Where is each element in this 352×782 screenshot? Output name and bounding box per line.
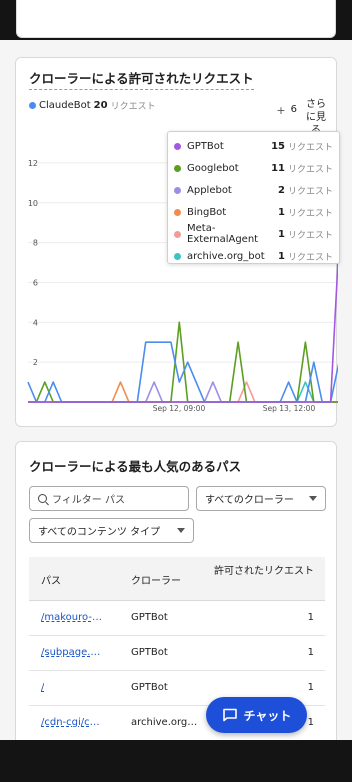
bottom-bar [0,740,352,782]
tooltip-series-name: BingBot [187,206,227,218]
tooltip-row: Applebot 2 リクエスト [174,179,333,201]
series-line-meta-externalagent [28,381,338,403]
table-row: /makouro-c... GPTBot 1 [29,601,325,636]
crawler-select[interactable]: すべてのクローラー [196,486,326,511]
x-tick-label: Sep 12, 09:00 [153,404,206,413]
y-tick-label: 12 [28,159,38,168]
column-header-path[interactable]: パス [41,572,61,587]
tooltip-series-unit: リクエスト [287,186,333,197]
x-tick-label: Sep 13, 12:00 [263,404,316,413]
crawler-select-value: すべてのクローラー [205,495,294,506]
table-row: /subpage.css GPTBot 1 [29,636,325,671]
tooltip-series-dot [174,252,181,260]
tooltip-series-name: Googlebot [187,162,239,174]
path-link[interactable]: /makouro-c... [41,612,105,623]
tooltip-series-unit: リクエスト [287,230,333,241]
table-header: パス クローラー 許可されたリクエスト [29,557,325,601]
row-crawler: archive.org_... [131,717,199,728]
content-type-select-value: すべてのコンテンツ タイプ [38,527,161,538]
chart-tooltip: GPTBot 15 リクエスト Googlebot 11 リクエスト Applebot 2 リク… [167,131,340,264]
tooltip-series-unit: リクエスト [287,164,333,175]
y-tick-label: 4 [33,318,38,327]
allowed-requests-card: クローラーによる許可されたリクエスト ClaudeBot 20 リクエスト + … [15,57,340,427]
top-bar [0,0,352,40]
tooltip-row: archive.org_bot 1 リクエスト [174,245,333,267]
tooltip-series-unit: リクエスト [287,252,333,263]
tooltip-series-value: 1 [278,250,285,262]
row-requests: 1 [307,647,314,658]
popular-paths-card: クローラーによる最も人気のあるパス フィルター パス すべてのクローラー すべて… [15,441,337,741]
popular-paths-title: クローラーによる最も人気のあるパス [29,459,242,474]
tooltip-series-name: Applebot [187,184,232,196]
path-link[interactable]: /subpage.css [41,647,105,658]
row-crawler: GPTBot [131,682,168,693]
tooltip-series-dot [174,230,181,238]
tooltip-series-dot [174,164,181,172]
tooltip-series-name: archive.org_bot [187,250,265,262]
tooltip-row: GPTBot 15 リクエスト [174,135,333,157]
y-tick-label: 6 [33,278,38,287]
row-requests: 1 [307,612,314,623]
tooltip-series-name: Meta-ExternalAgent [187,223,259,245]
series-line-archive-org-bot [28,381,338,403]
row-requests: 1 [307,717,314,728]
tooltip-row: BingBot 1 リクエスト [174,201,333,223]
chat-button-label: チャット [243,708,292,723]
tooltip-series-value: 15 [271,140,285,152]
tooltip-series-dot [174,186,181,194]
previous-card-bottom [16,0,336,38]
tooltip-series-unit: リクエスト [287,142,333,153]
column-header-requests[interactable]: 許可されたリクエスト [214,564,314,579]
chat-button[interactable]: チャット [206,697,307,733]
chevron-down-icon [177,528,185,533]
path-filter-placeholder: フィルター パス [52,495,125,506]
y-tick-label: 2 [33,358,38,367]
path-link[interactable]: /cdn-cgi/ch... [41,717,105,728]
tooltip-series-value: 1 [278,206,285,218]
tooltip-series-dot [174,208,181,216]
tooltip-series-dot [174,142,181,150]
tooltip-series-value: 1 [278,228,285,240]
chat-bubble-icon [222,708,237,722]
y-tick-label: 10 [28,199,38,208]
content-type-select[interactable]: すべてのコンテンツ タイプ [29,518,194,543]
tooltip-row: Googlebot 11 リクエスト [174,157,333,179]
row-crawler: GPTBot [131,647,168,658]
series-line-bingbot [28,381,338,403]
tooltip-series-unit: リクエスト [287,208,333,219]
path-link[interactable]: / [41,682,44,693]
path-filter-input[interactable]: フィルター パス [29,486,189,511]
series-line-applebot [28,381,338,403]
tooltip-series-value: 11 [271,162,285,174]
search-icon [38,494,47,503]
tooltip-series-name: GPTBot [187,140,224,152]
row-requests: 1 [307,682,314,693]
row-crawler: GPTBot [131,612,168,623]
tooltip-series-value: 2 [278,184,285,196]
y-tick-label: 8 [33,239,38,248]
column-header-crawler[interactable]: クローラー [131,572,181,587]
tooltip-row: Meta-ExternalAgent 1 リクエスト [174,223,333,245]
chevron-down-icon [309,496,317,501]
